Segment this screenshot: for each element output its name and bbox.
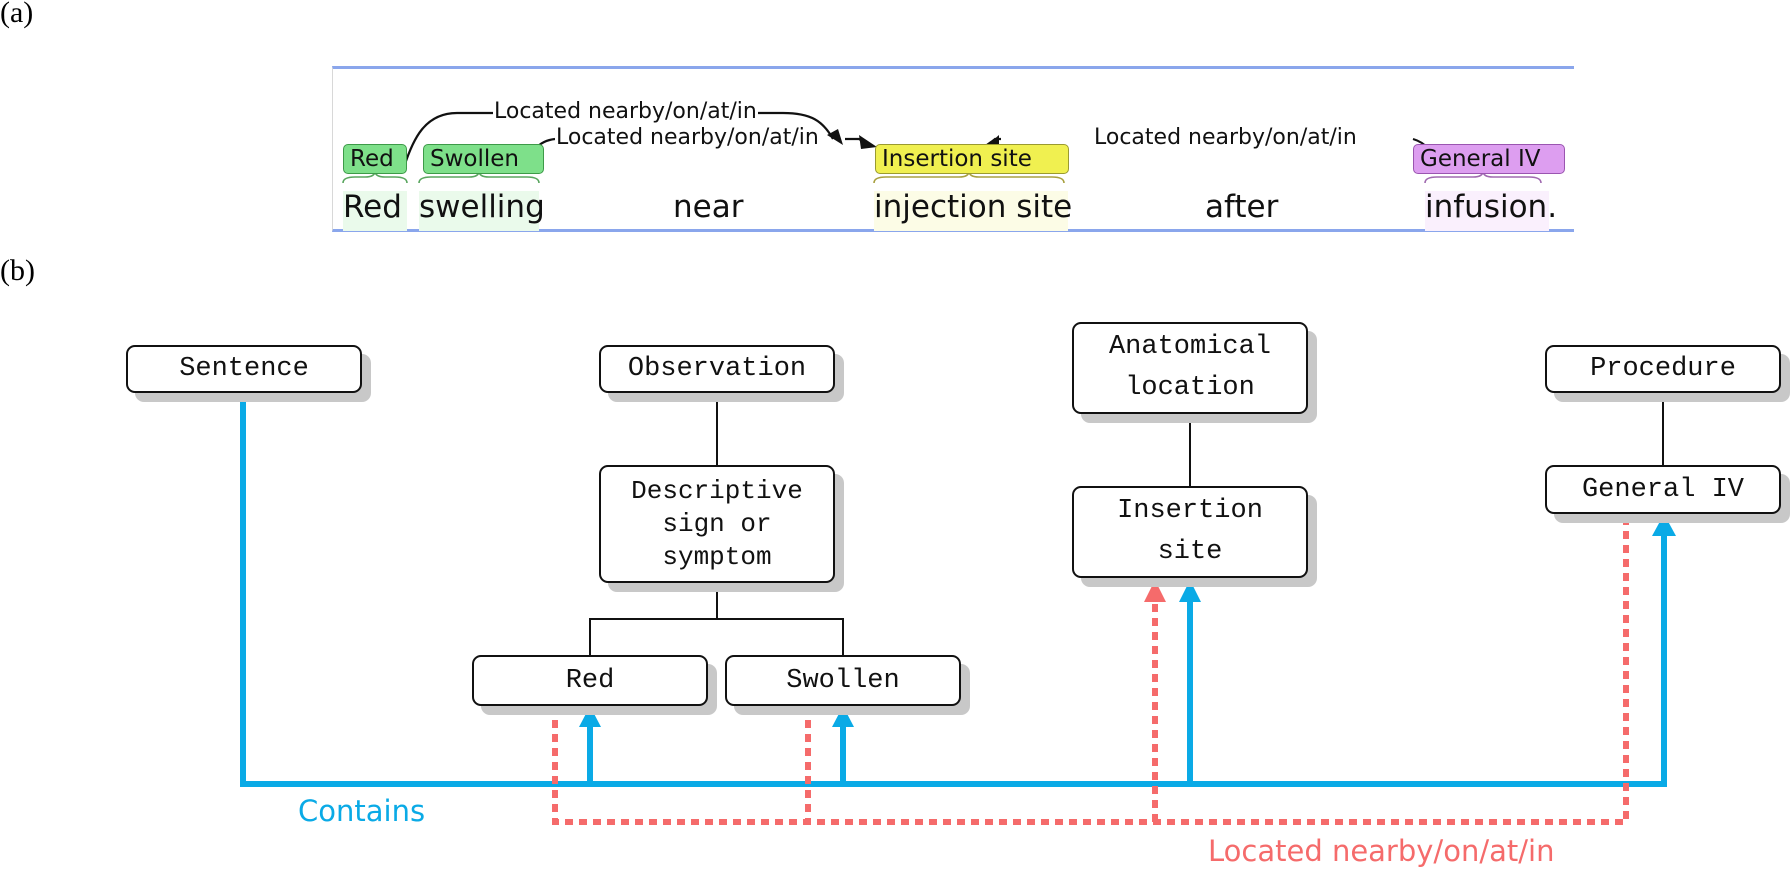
edge-branch-red-swollen <box>589 618 844 655</box>
node-sentence[interactable]: Sentence <box>126 345 362 393</box>
node-swollen[interactable]: Swollen <box>725 655 961 706</box>
node-anatomical-location[interactable]: Anatomical location <box>1072 322 1308 414</box>
node-general-iv[interactable]: General IV <box>1545 465 1781 514</box>
contains-main-line <box>240 393 1667 787</box>
node-red[interactable]: Red <box>472 655 708 706</box>
contains-arrow-swollen <box>832 706 854 727</box>
legend-contains: Contains <box>298 794 426 828</box>
hierarchy-diagram: Sentence Observation Descriptive sign or… <box>0 0 1791 873</box>
node-observation[interactable]: Observation <box>599 345 835 393</box>
diagram-edges <box>240 393 1676 825</box>
contains-arrow-insertion <box>1179 580 1201 602</box>
located-arrow-insertion <box>1144 580 1166 602</box>
node-procedure[interactable]: Procedure <box>1545 345 1781 393</box>
legend-located: Located nearby/on/at/in <box>1208 834 1555 868</box>
contains-arrow-general-iv <box>1652 514 1676 536</box>
node-descriptive-sign-or-symptom[interactable]: Descriptive sign or symptom <box>599 465 835 583</box>
node-insertion-site[interactable]: Insertion site <box>1072 486 1308 578</box>
contains-arrow-red <box>579 706 601 727</box>
